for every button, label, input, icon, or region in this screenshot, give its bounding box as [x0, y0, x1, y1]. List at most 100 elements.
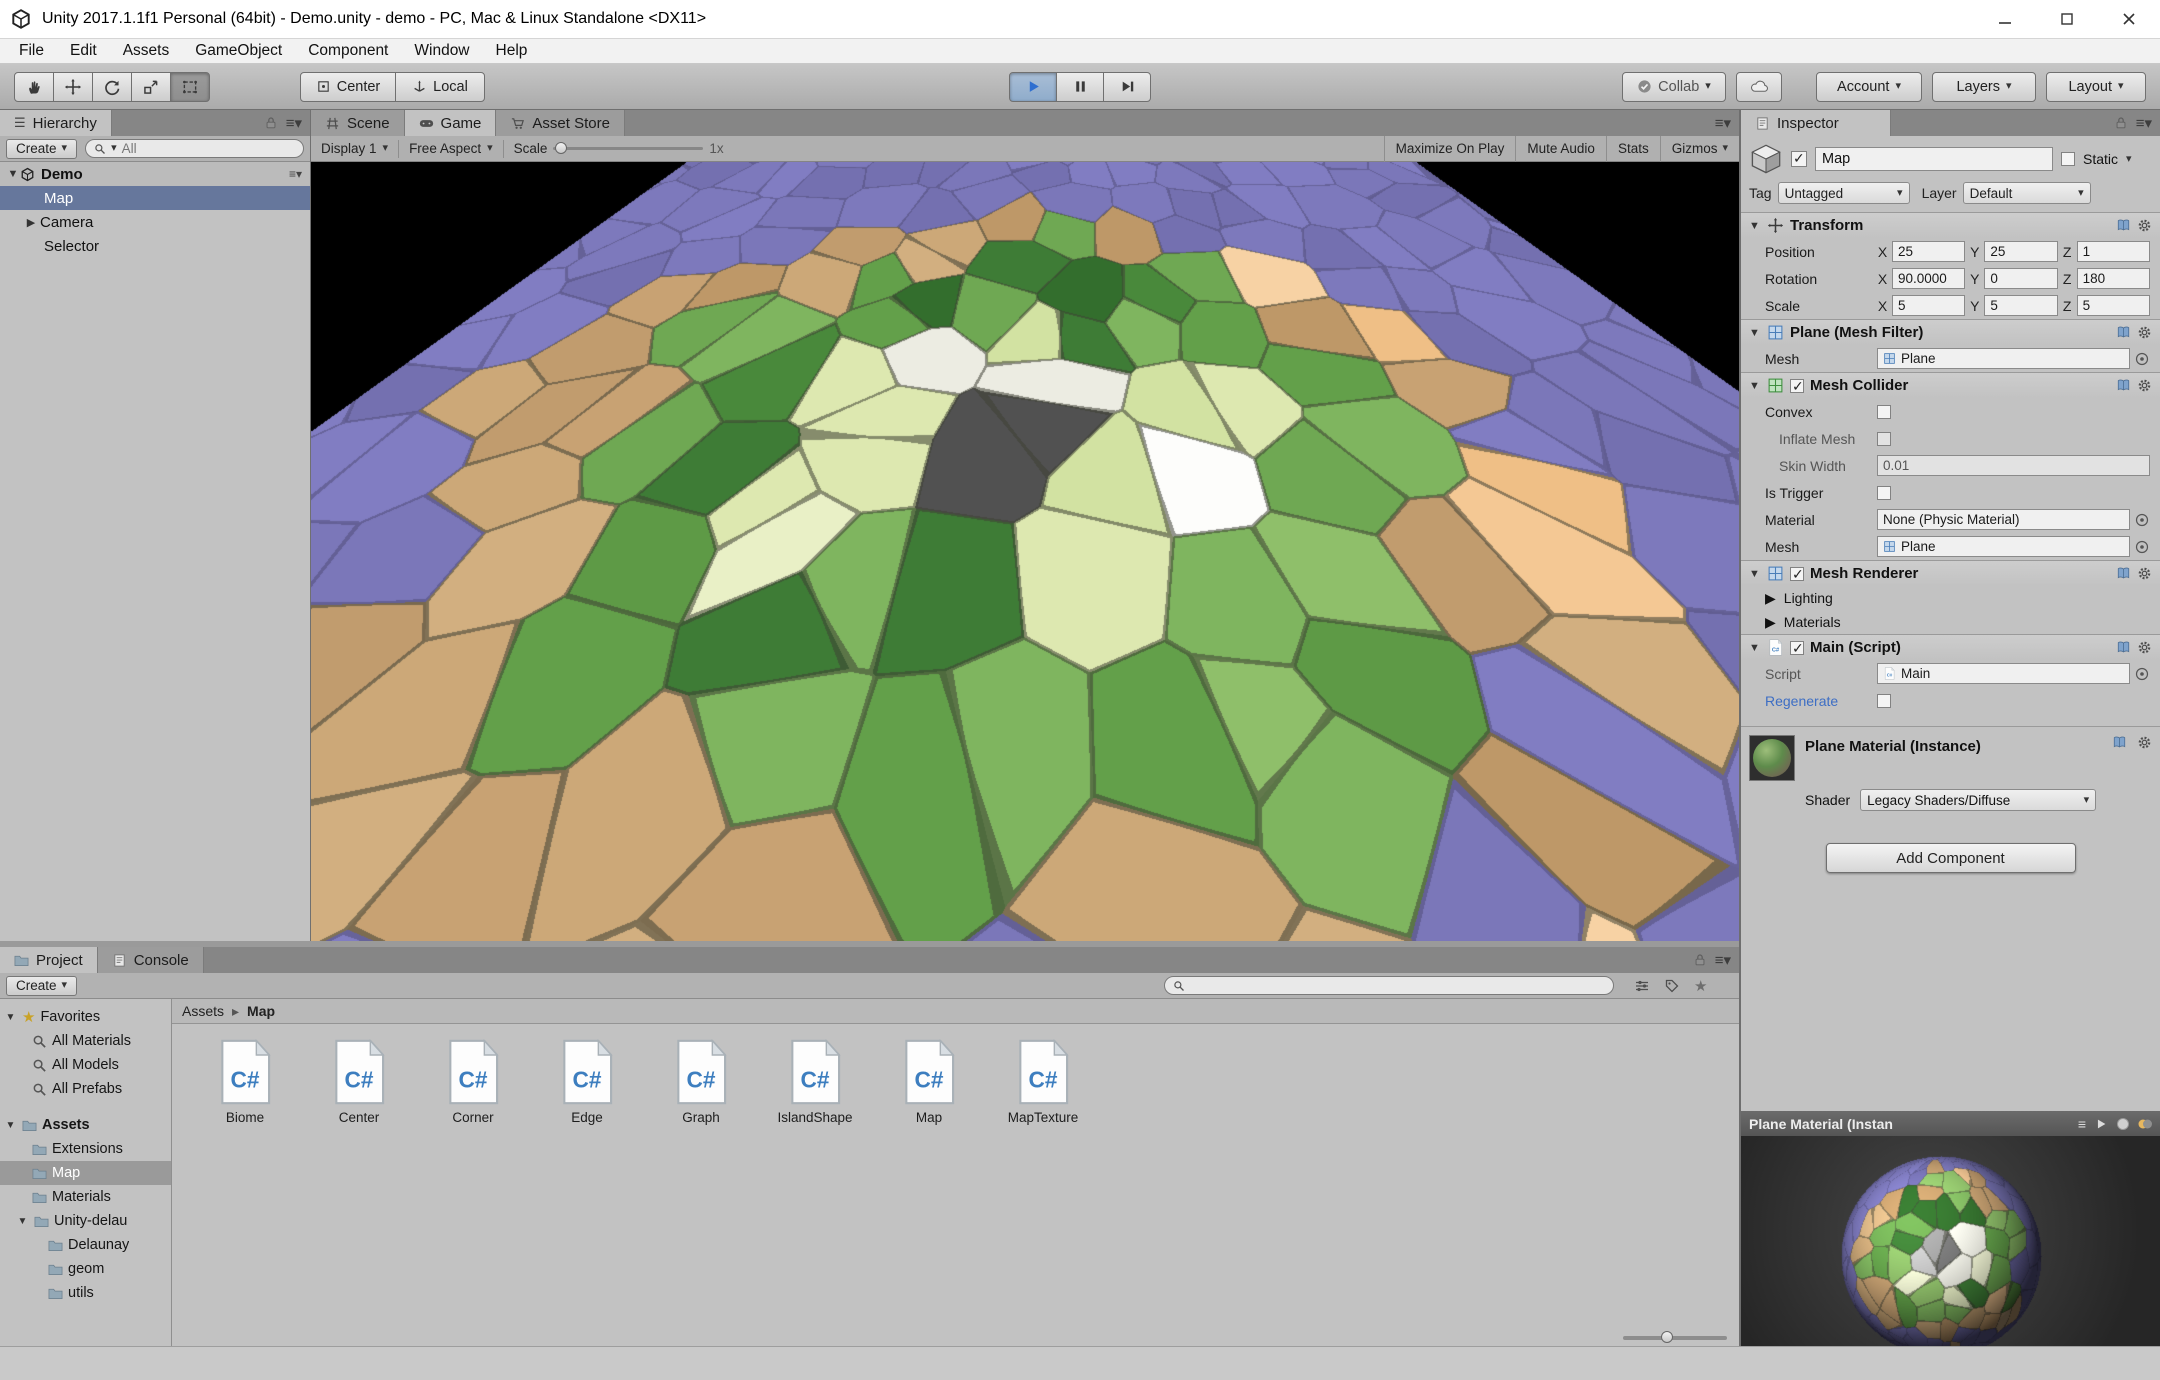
- add-component-button[interactable]: Add Component: [1826, 843, 2076, 873]
- move-tool-button[interactable]: [53, 72, 93, 102]
- favorites-star-icon[interactable]: ★: [1694, 977, 1707, 995]
- active-checkbox[interactable]: [1791, 151, 1807, 167]
- tab-hierarchy[interactable]: ☰ Hierarchy: [0, 110, 112, 136]
- aspect-dropdown[interactable]: Free Aspect ▾: [399, 136, 503, 162]
- panel-menu-icon[interactable]: ≡▾: [2136, 114, 2152, 132]
- lighting-foldout[interactable]: ▶ Lighting: [1741, 586, 2160, 610]
- tab-scene[interactable]: Scene: [311, 110, 405, 136]
- convex-checkbox[interactable]: [1877, 405, 1891, 419]
- help-book-icon[interactable]: [2116, 566, 2131, 581]
- account-dropdown[interactable]: Account▾: [1816, 72, 1922, 102]
- skin-width-field[interactable]: 0.01: [1877, 455, 2150, 476]
- game-viewport[interactable]: [311, 162, 1740, 941]
- asset-file-center[interactable]: Center: [302, 1038, 416, 1125]
- icon-size-slider[interactable]: [1623, 1336, 1727, 1340]
- maximize-button[interactable]: [2036, 0, 2098, 39]
- shader-dropdown[interactable]: Legacy Shaders/Diffuse ▾: [1860, 789, 2096, 811]
- hierarchy-item-camera[interactable]: ▶ Camera: [0, 210, 310, 234]
- menu-window[interactable]: Window: [401, 39, 482, 64]
- menu-file[interactable]: File: [6, 39, 57, 64]
- help-book-icon[interactable]: [2116, 640, 2131, 655]
- rect-tool-button[interactable]: [170, 72, 210, 102]
- main-script-header[interactable]: ▼ Main (Script): [1741, 634, 2160, 660]
- lock-icon[interactable]: [264, 116, 278, 130]
- tab-project[interactable]: Project: [0, 947, 98, 973]
- breadcrumb-map[interactable]: Map: [247, 1003, 275, 1019]
- mute-audio-toggle[interactable]: Mute Audio: [1515, 136, 1606, 162]
- asset-file-corner[interactable]: Corner: [416, 1038, 530, 1125]
- transform-header[interactable]: ▼ Transform: [1741, 212, 2160, 238]
- favorite-all-models[interactable]: All Models: [0, 1053, 171, 1077]
- foldout-open-icon[interactable]: ▼: [6, 168, 20, 180]
- rotation-x-field[interactable]: 90.0000: [1892, 268, 1965, 289]
- favorite-all-materials[interactable]: All Materials: [0, 1029, 171, 1053]
- hierarchy-item-selector[interactable]: Selector: [0, 234, 310, 258]
- folder-unity-delaunay[interactable]: ▼ Unity-delau: [0, 1209, 171, 1233]
- inflate-mesh-checkbox[interactable]: [1877, 432, 1891, 446]
- position-z-field[interactable]: 1: [2077, 241, 2150, 262]
- play-button[interactable]: [1009, 72, 1057, 102]
- mesh-object-field[interactable]: Plane: [1877, 348, 2130, 369]
- object-picker-icon[interactable]: [2134, 539, 2150, 555]
- folder-utils[interactable]: utils: [0, 1281, 171, 1305]
- mesh-collider-header[interactable]: ▼ Mesh Collider: [1741, 372, 2160, 398]
- help-book-icon[interactable]: [2116, 378, 2131, 393]
- object-picker-icon[interactable]: [2134, 512, 2150, 528]
- close-button[interactable]: [2098, 0, 2160, 39]
- help-book-icon[interactable]: [2116, 325, 2131, 340]
- hierarchy-item-map[interactable]: Map: [0, 186, 310, 210]
- material-sphere-preview[interactable]: [1741, 1136, 2160, 1372]
- stats-toggle[interactable]: Stats: [1606, 136, 1660, 162]
- gear-icon[interactable]: [2137, 218, 2152, 233]
- asset-file-map[interactable]: Map: [872, 1038, 986, 1125]
- display-dropdown[interactable]: Display 1 ▾: [311, 136, 398, 162]
- layout-dropdown[interactable]: Layout▾: [2046, 72, 2146, 102]
- tab-console[interactable]: Console: [98, 947, 204, 973]
- object-picker-icon[interactable]: [2134, 351, 2150, 367]
- folder-materials[interactable]: Materials: [0, 1185, 171, 1209]
- gear-icon[interactable]: [2137, 566, 2152, 581]
- tab-asset-store[interactable]: Asset Store: [496, 110, 625, 136]
- scene-row[interactable]: ▼ Demo ≡▾: [0, 162, 310, 186]
- material-thumbnail[interactable]: [1749, 735, 1795, 781]
- asset-file-islandshape[interactable]: IslandShape: [758, 1038, 872, 1125]
- position-y-field[interactable]: 25: [1984, 241, 2057, 262]
- menu-assets[interactable]: Assets: [110, 39, 183, 64]
- help-book-icon[interactable]: [2112, 735, 2127, 750]
- pivot-toggle-button[interactable]: Center: [300, 72, 396, 102]
- object-picker-icon[interactable]: [2134, 666, 2150, 682]
- tag-dropdown[interactable]: Untagged ▾: [1778, 182, 1910, 204]
- tab-inspector[interactable]: Inspector: [1741, 110, 1891, 136]
- favorite-all-prefabs[interactable]: All Prefabs: [0, 1077, 171, 1101]
- rotation-y-field[interactable]: 0: [1984, 268, 2057, 289]
- preview-play-icon[interactable]: [2094, 1117, 2108, 1131]
- voronoi-map-render[interactable]: [311, 162, 1740, 941]
- folder-geom[interactable]: geom: [0, 1257, 171, 1281]
- panel-menu-icon[interactable]: ≡▾: [1715, 114, 1731, 132]
- search-filter-icon[interactable]: [1634, 978, 1650, 994]
- asset-file-biome[interactable]: Biome: [188, 1038, 302, 1125]
- icon-size-slider-thumb[interactable]: [1661, 1331, 1673, 1343]
- scale-x-field[interactable]: 5: [1892, 295, 1965, 316]
- lock-icon[interactable]: [2114, 116, 2128, 130]
- breadcrumb-assets[interactable]: Assets: [182, 1003, 224, 1019]
- foldout-open-icon[interactable]: ▼: [1749, 380, 1761, 392]
- panel-menu-icon[interactable]: ≡▾: [1715, 951, 1731, 969]
- foldout-open-icon[interactable]: ▼: [1749, 642, 1761, 654]
- foldout-closed-icon[interactable]: ▶: [1765, 590, 1776, 607]
- regenerate-checkbox[interactable]: [1877, 694, 1891, 708]
- folder-map[interactable]: Map: [0, 1161, 171, 1185]
- gear-icon[interactable]: [2137, 378, 2152, 393]
- layers-dropdown[interactable]: Layers▾: [1932, 72, 2036, 102]
- foldout-open-icon[interactable]: ▼: [16, 1216, 29, 1227]
- static-checkbox[interactable]: [2061, 152, 2075, 166]
- layer-dropdown[interactable]: Default ▾: [1963, 182, 2091, 204]
- panel-menu-icon[interactable]: ≡▾: [286, 114, 302, 132]
- foldout-open-icon[interactable]: ▼: [1749, 220, 1761, 232]
- help-book-icon[interactable]: [2116, 218, 2131, 233]
- project-search-input[interactable]: [1164, 976, 1614, 995]
- menu-help[interactable]: Help: [483, 39, 541, 64]
- label-tag-icon[interactable]: [1664, 978, 1680, 994]
- preview-sphere-icon[interactable]: [2116, 1117, 2130, 1131]
- foldout-open-icon[interactable]: ▼: [1749, 568, 1761, 580]
